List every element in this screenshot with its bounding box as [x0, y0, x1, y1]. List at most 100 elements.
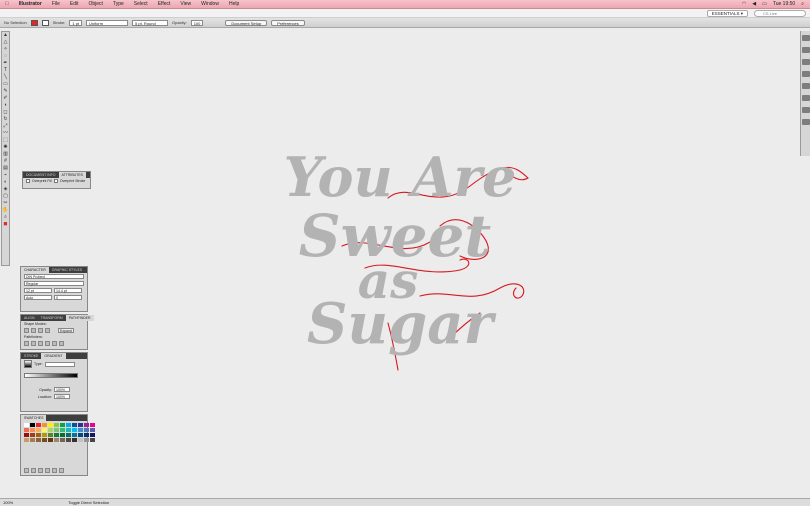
color-swatch[interactable]	[66, 438, 71, 442]
show-swatch-kinds-icon[interactable]	[31, 468, 36, 473]
magic-wand-tool-icon[interactable]: ✧	[2, 47, 9, 52]
color-swatch[interactable]	[90, 428, 95, 432]
brushes-icon[interactable]	[802, 71, 810, 77]
type-tool-icon[interactable]: T	[2, 68, 9, 73]
artwork-lettering[interactable]: You Are Sweet as Sugar	[270, 138, 540, 378]
color-guide-icon[interactable]	[802, 47, 810, 53]
color-swatch[interactable]	[24, 428, 29, 432]
exclude-icon[interactable]	[45, 328, 50, 333]
color-swatch[interactable]	[30, 423, 35, 427]
stroke-weight-field[interactable]: 1 pt	[69, 19, 83, 26]
color-swatch[interactable]	[48, 423, 53, 427]
menu-clock[interactable]: Tue 19:50	[773, 1, 795, 7]
menu-select[interactable]: Select	[129, 1, 153, 7]
menu-object[interactable]: Object	[84, 1, 108, 7]
color-swatch[interactable]	[42, 433, 47, 437]
cs-live-button[interactable]: CS Live	[754, 10, 806, 17]
color-swatch[interactable]	[66, 428, 71, 432]
color-swatch[interactable]	[90, 438, 95, 442]
minus-front-icon[interactable]	[31, 328, 36, 333]
mesh-tool-icon[interactable]: #	[2, 159, 9, 164]
column-graph-tool-icon[interactable]: ▥	[2, 152, 9, 157]
color-swatch[interactable]	[66, 423, 71, 427]
color-swatch[interactable]	[90, 423, 95, 427]
slice-tool-icon[interactable]: ✂	[2, 201, 9, 206]
leading-field[interactable]: 14.4 pt	[54, 288, 82, 293]
gradient-preview[interactable]	[24, 360, 32, 368]
font-style-field[interactable]: Regular	[24, 281, 84, 286]
expand-button[interactable]: Expand	[58, 328, 74, 333]
color-swatch[interactable]	[30, 438, 35, 442]
menu-edit[interactable]: Edit	[65, 1, 84, 7]
variable-width-profile[interactable]: Uniform	[86, 19, 129, 26]
crop-icon[interactable]	[45, 341, 50, 346]
color-swatch[interactable]	[48, 438, 53, 442]
free-transform-tool-icon[interactable]: ⬚	[2, 138, 9, 143]
tab-align[interactable]: ALIGN	[21, 315, 38, 321]
outline-icon[interactable]	[52, 341, 57, 346]
color-swatch[interactable]	[84, 423, 89, 427]
color-swatch[interactable]	[24, 438, 29, 442]
tab-stroke[interactable]: STROKE	[21, 353, 41, 359]
color-swatch[interactable]	[84, 438, 89, 442]
blob-brush-tool-icon[interactable]: ◖	[2, 103, 9, 108]
warp-tool-icon[interactable]: 〰	[2, 131, 9, 136]
color-swatch[interactable]	[36, 433, 41, 437]
color-swatch[interactable]	[30, 433, 35, 437]
live-paint-tool-icon[interactable]: ◈	[2, 187, 9, 192]
swatch-library-icon[interactable]	[24, 468, 29, 473]
artboard-tool-icon[interactable]: ▢	[2, 194, 9, 199]
menu-view[interactable]: View	[175, 1, 196, 7]
tab-character[interactable]: CHARACTER	[21, 267, 49, 273]
opacity-field[interactable]: 100	[190, 19, 204, 26]
color-panel-icon[interactable]	[802, 35, 810, 41]
color-swatch[interactable]	[78, 423, 83, 427]
color-swatch[interactable]	[90, 433, 95, 437]
color-swatch[interactable]	[42, 423, 47, 427]
direct-selection-tool-icon[interactable]: △	[2, 40, 9, 45]
color-swatch[interactable]	[60, 428, 65, 432]
eyedropper-tool-icon[interactable]: ⌁	[2, 173, 9, 178]
fill-swatch[interactable]	[30, 19, 38, 26]
gradient-type-select[interactable]	[44, 361, 75, 367]
color-swatch[interactable]	[60, 438, 65, 442]
spotlight-icon[interactable]: ⌕	[801, 1, 804, 7]
color-swatch[interactable]	[36, 423, 41, 427]
symbol-sprayer-tool-icon[interactable]: ✺	[2, 145, 9, 150]
color-swatch[interactable]	[54, 433, 59, 437]
line-tool-icon[interactable]: ╲	[2, 75, 9, 80]
zoom-level[interactable]: 100%	[3, 500, 13, 505]
menu-type[interactable]: Type	[108, 1, 129, 7]
font-family-field[interactable]: DIN Probect	[24, 274, 84, 279]
color-swatch[interactable]	[42, 428, 47, 432]
font-size-field[interactable]: 12 pt	[24, 288, 52, 293]
color-swatch[interactable]	[66, 433, 71, 437]
gradient-tool-icon[interactable]: ▤	[2, 166, 9, 171]
color-swatch[interactable]	[78, 428, 83, 432]
blend-tool-icon[interactable]: ◐	[2, 180, 9, 185]
color-swatch[interactable]	[72, 438, 77, 442]
links-icon[interactable]	[802, 119, 810, 125]
gradient-slider[interactable]	[24, 373, 78, 378]
intersect-icon[interactable]	[38, 328, 43, 333]
zoom-tool-icon[interactable]: ⌕	[2, 215, 9, 220]
paintbrush-tool-icon[interactable]: ✎	[2, 89, 9, 94]
color-swatch[interactable]	[48, 433, 53, 437]
preferences-button[interactable]: Preferences	[271, 19, 305, 26]
pencil-tool-icon[interactable]: ✐	[2, 96, 9, 101]
swatches-icon[interactable]	[802, 59, 810, 65]
workspace-switcher[interactable]: ESSENTIALS ▾	[706, 10, 748, 17]
color-swatch[interactable]	[78, 438, 83, 442]
minus-back-icon[interactable]	[59, 341, 64, 346]
hand-tool-icon[interactable]: ✋	[2, 208, 9, 213]
symbols-icon[interactable]	[802, 83, 810, 89]
new-swatch-icon[interactable]	[52, 468, 57, 473]
color-swatch[interactable]	[84, 433, 89, 437]
color-swatch[interactable]	[24, 423, 29, 427]
color-swatch[interactable]	[78, 433, 83, 437]
divide-icon[interactable]	[24, 341, 29, 346]
tab-pathfinder[interactable]: PATHFINDER	[65, 315, 94, 321]
tab-document-info[interactable]: DOCUMENT INFO	[23, 172, 59, 178]
color-swatch[interactable]	[24, 433, 29, 437]
color-swatch[interactable]	[60, 433, 65, 437]
